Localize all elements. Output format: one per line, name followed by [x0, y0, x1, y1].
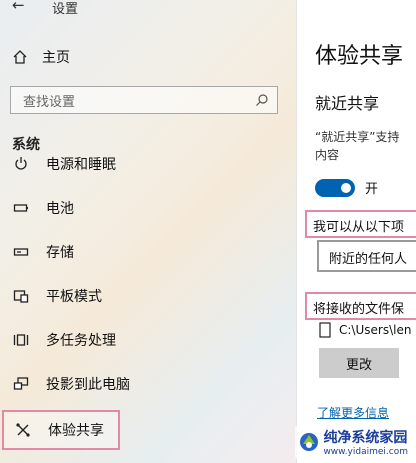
sidebar-item-label: 体验共享 [48, 423, 104, 439]
title-bar: ← 设置 [0, 0, 296, 18]
sidebar-item-label: 多任务处理 [46, 333, 116, 349]
sidebar-item-multitasking[interactable]: 多任务处理 [0, 320, 296, 360]
tablet-mode-icon [13, 290, 29, 303]
sidebar-item-label: 电池 [46, 201, 74, 217]
sidebar-item-projecting[interactable]: 投影到此电脑 [0, 364, 296, 404]
nearby-sharing-toggle[interactable] [315, 178, 355, 197]
search-icon [256, 94, 268, 106]
window-title: 设置 [52, 2, 79, 17]
shared-experiences-icon [16, 423, 30, 437]
sidebar-item-label: 平板模式 [46, 289, 102, 305]
sidebar-item-label: 电源和睡眠 [46, 157, 116, 173]
main-content: 体验共享 就近共享 “就近共享”支持 内容 开 我可以从以下项 附近的任何人 将… [296, 0, 416, 463]
save-path: C:\Users\len [339, 323, 412, 337]
description-line-2: 内容 [315, 148, 340, 162]
save-location-label: 将接收的文件保 [313, 302, 405, 317]
sidebar-home[interactable]: 主页 [12, 46, 70, 68]
power-icon [15, 157, 27, 170]
search-placeholder: 查找设置 [23, 94, 76, 110]
search-input[interactable]: 查找设置 [10, 86, 278, 114]
toggle-state-label: 开 [365, 182, 379, 197]
sidebar-item-label: 投影到此电脑 [46, 377, 130, 393]
back-arrow-icon[interactable]: ← [12, 0, 25, 14]
change-button[interactable]: 更改 [319, 348, 399, 378]
nearby-sharing-description: “就近共享”支持 内容 [315, 128, 416, 164]
multitasking-icon [13, 334, 29, 346]
nearby-sharing-heading: 就近共享 [315, 94, 380, 113]
watermark-logo-icon [300, 433, 319, 451]
page-title: 体验共享 [315, 44, 404, 69]
share-from-label: 我可以从以下项 [313, 220, 405, 235]
sidebar-item-tablet-mode[interactable]: 平板模式 [0, 276, 296, 316]
share-from-dropdown[interactable]: 附近的任何人 [317, 240, 416, 272]
home-icon [13, 50, 27, 64]
nearby-sharing-toggle-row: 开 [315, 178, 378, 197]
sidebar-item-shared-experiences[interactable]: 体验共享 [2, 410, 120, 450]
sidebar-item-battery[interactable]: 电池 [0, 188, 296, 228]
sidebar-item-label: 存储 [46, 245, 74, 261]
sidebar-item-storage[interactable]: 存储 [0, 232, 296, 272]
watermark-text: 纯净系统家园 [323, 430, 408, 446]
description-line-1: “就近共享”支持 [315, 130, 400, 144]
sidebar-item-power-sleep[interactable]: 电源和睡眠 [0, 153, 296, 184]
watermark-url: www.yidaimei.com [323, 447, 408, 457]
battery-icon [13, 204, 28, 212]
storage-icon [13, 248, 29, 256]
save-path-row: C:\Users\len [319, 322, 411, 338]
watermark: 纯净系统家园 www.yidaimei.com [295, 425, 412, 459]
file-icon [319, 322, 331, 338]
sidebar-home-label: 主页 [42, 50, 70, 66]
settings-sidebar: ← 设置 主页 查找设置 系统 电源和睡眠 电池 存储 平板模式 多任务处理 投… [0, 0, 296, 463]
projecting-icon [13, 377, 29, 390]
learn-more-link[interactable]: 了解更多信息 [317, 404, 389, 421]
section-heading-system: 系统 [12, 137, 40, 153]
